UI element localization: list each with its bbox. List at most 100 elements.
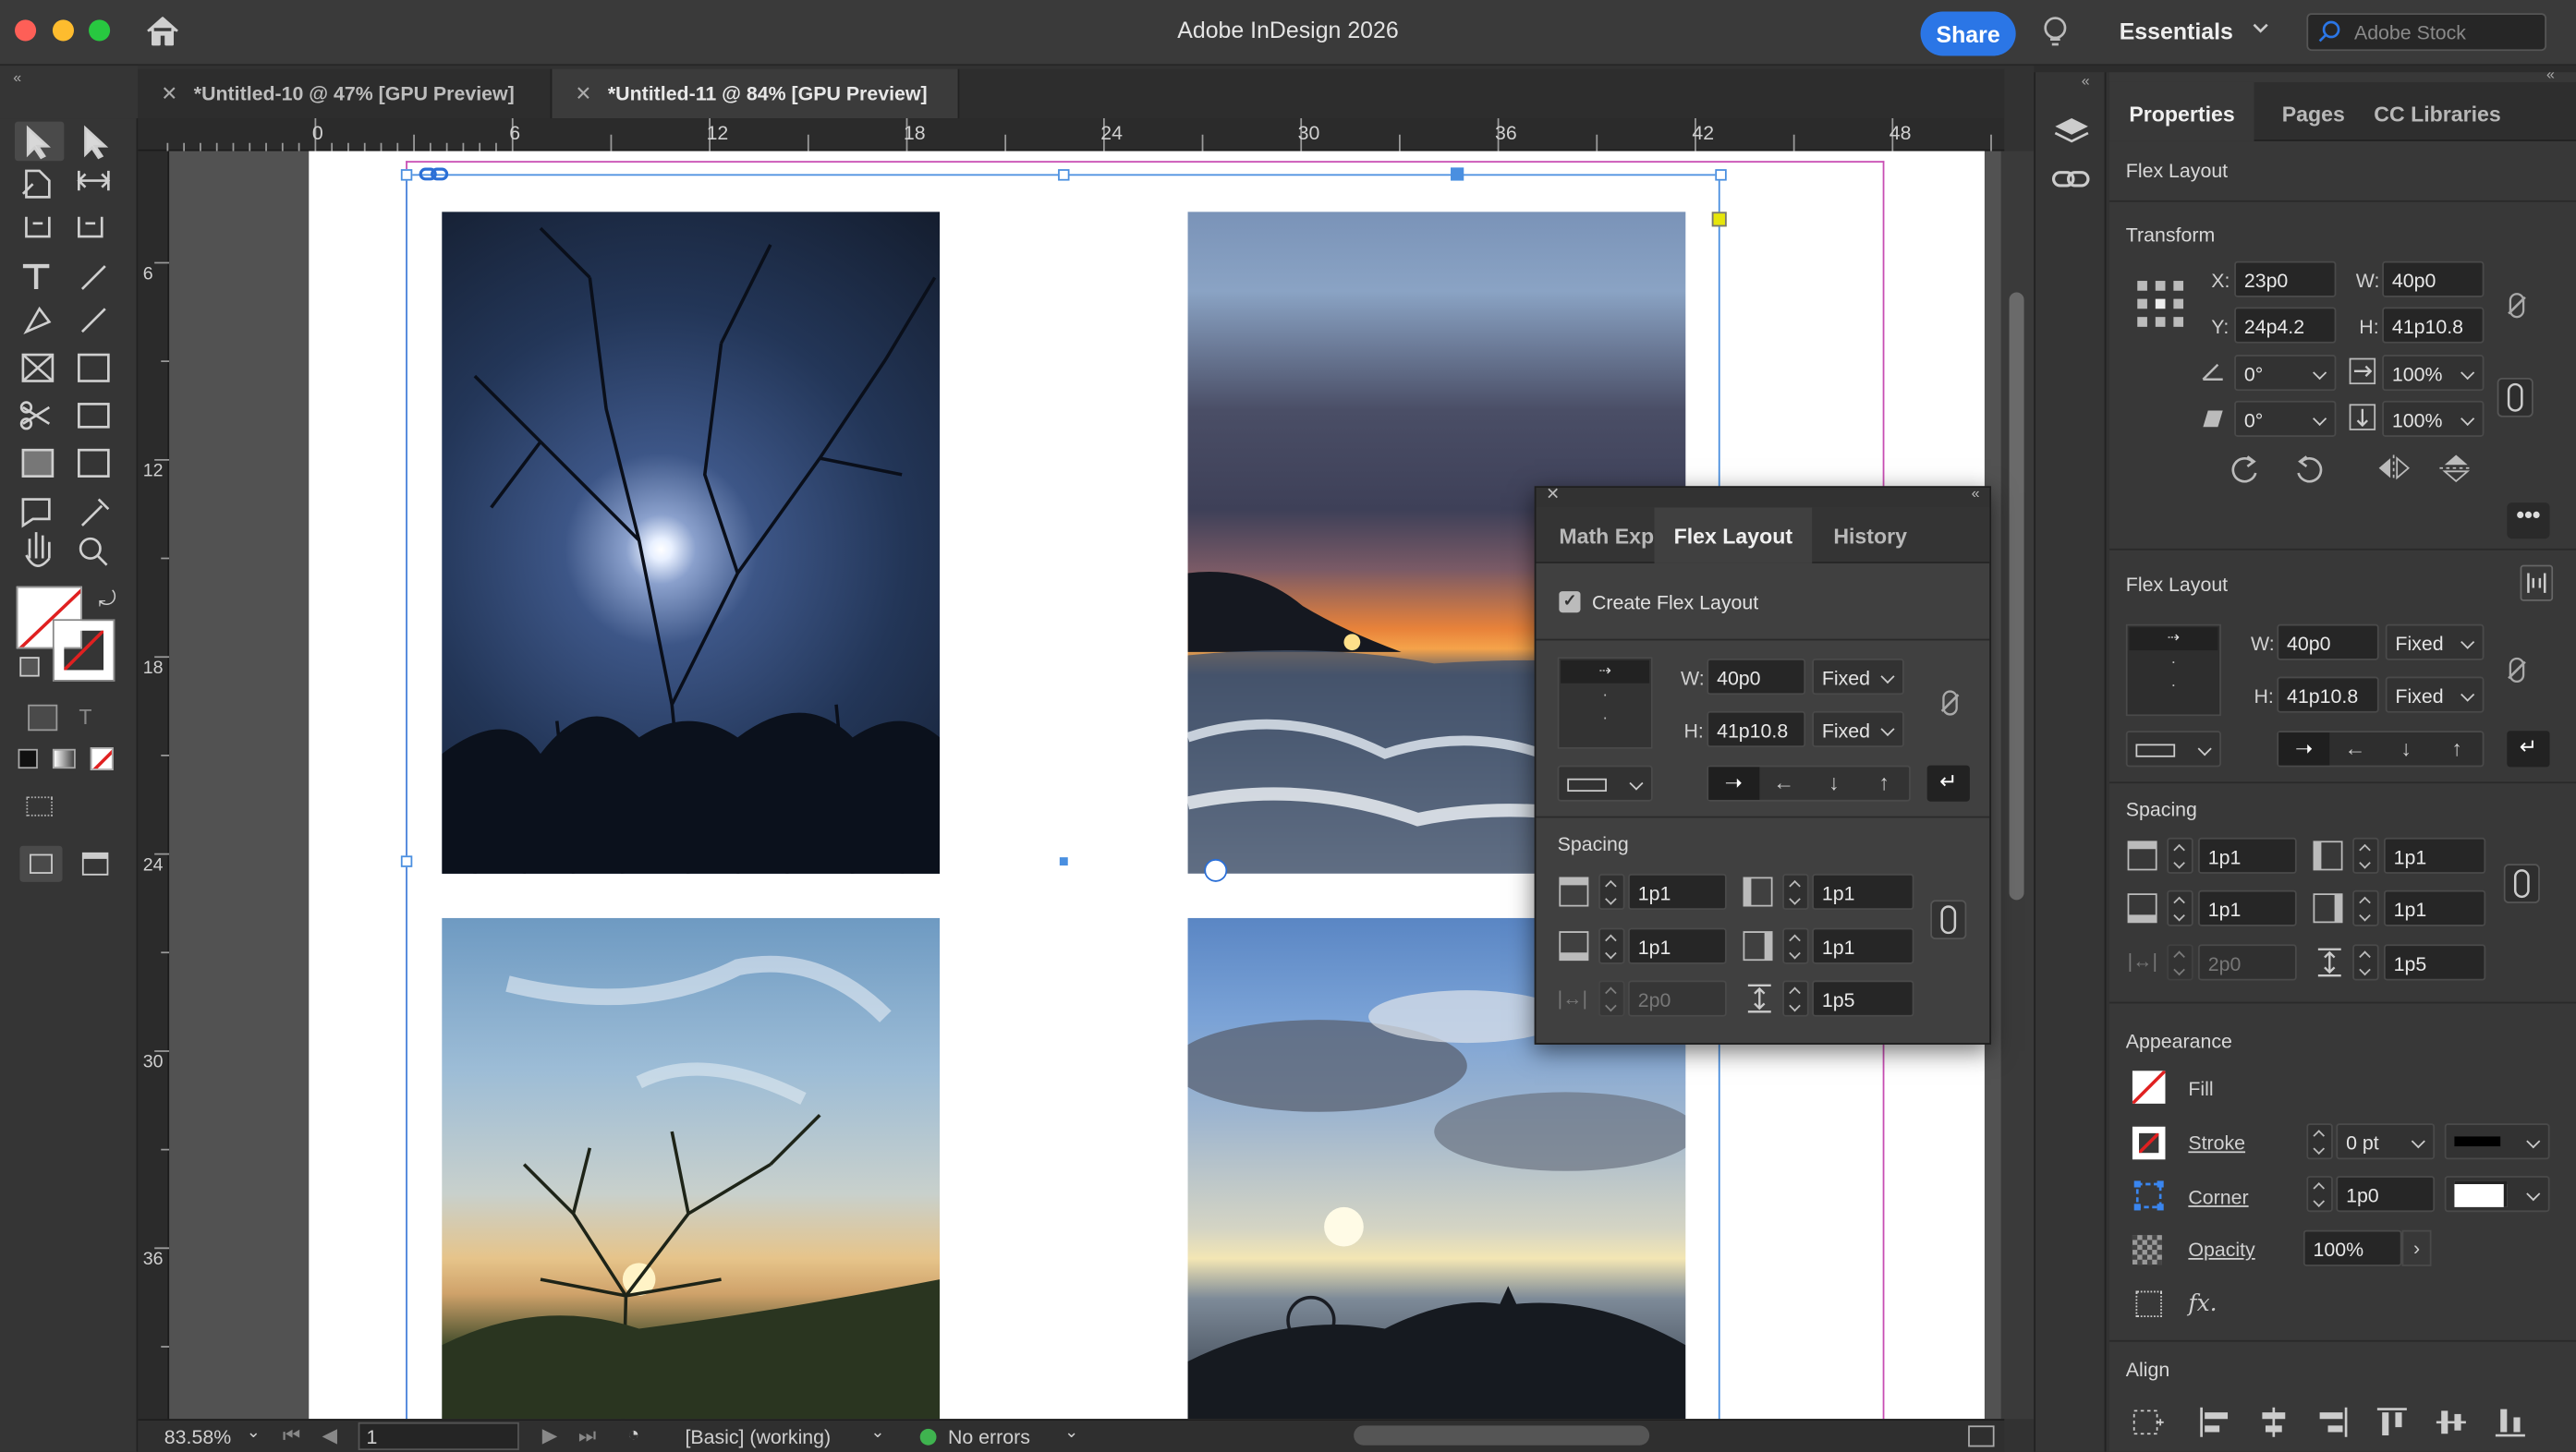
tab-math-expressions[interactable]: Math Exp: [1559, 507, 1654, 563]
wrap-return-icon[interactable]: ↵: [2507, 731, 2550, 768]
padding-bottom-field[interactable]: 1p1: [1628, 927, 1727, 964]
flip-vertical-icon[interactable]: [2438, 454, 2474, 483]
padding-left-field[interactable]: 1p1: [2383, 837, 2486, 874]
padding-top-stepper[interactable]: [1598, 873, 1625, 911]
chevron-down-icon[interactable]: [2253, 21, 2269, 34]
handle-top-left[interactable]: [400, 169, 413, 181]
direction-up-button[interactable]: ↑: [2432, 732, 2483, 766]
lightbulb-icon[interactable]: [2039, 15, 2072, 51]
column-gap-stepper[interactable]: [1598, 980, 1625, 1017]
apply-color-icon[interactable]: [18, 748, 38, 769]
reference-point-icon[interactable]: [2135, 279, 2184, 328]
swap-colors-icon[interactable]: ⤾: [99, 587, 116, 612]
column-gap-field[interactable]: 2p0: [1628, 980, 1727, 1017]
padding-right-field[interactable]: 1p1: [1812, 927, 1914, 964]
align-vertical-center-icon[interactable]: [2435, 1406, 2468, 1439]
collapse-tools-icon[interactable]: «: [13, 69, 21, 86]
stroke-type-dropdown[interactable]: [2444, 1123, 2550, 1160]
workspace-switcher[interactable]: Essentials: [2120, 18, 2233, 44]
align-horizontal-center-icon[interactable]: [2257, 1406, 2290, 1439]
create-flex-layout-checkbox[interactable]: ✓: [1559, 591, 1581, 613]
align-right-icon[interactable]: [2316, 1406, 2350, 1439]
share-button[interactable]: Share: [1920, 11, 2016, 56]
flex-height-mode-dropdown[interactable]: Fixed: [2385, 676, 2485, 713]
row-gap-field[interactable]: 1p5: [1812, 980, 1914, 1017]
direction-left-button[interactable]: ←: [2329, 732, 2380, 766]
rotate-clockwise-icon[interactable]: [2228, 454, 2261, 483]
expand-panels-icon[interactable]: «: [2082, 72, 2090, 89]
formatting-container-icon[interactable]: [28, 704, 58, 732]
link-spacing-icon[interactable]: [1930, 900, 1967, 940]
tab-pages[interactable]: Pages: [2282, 102, 2345, 127]
corner-options-handle[interactable]: [1711, 212, 1727, 227]
tab-flex-layout[interactable]: Flex Layout: [1654, 507, 1813, 563]
corner-options-icon[interactable]: [2132, 1180, 2166, 1213]
flex-height-field[interactable]: 41p10.8: [2277, 676, 2379, 713]
column-gap-field[interactable]: 2p0: [2198, 944, 2297, 981]
collapse-panel-icon[interactable]: «: [2546, 66, 2555, 82]
align-left-icon[interactable]: [2198, 1406, 2231, 1439]
flex-layout-frame[interactable]: [406, 174, 1720, 1443]
handle-middle-left[interactable]: [400, 855, 413, 867]
handle-top-center[interactable]: [1058, 169, 1070, 181]
constrain-scale-icon[interactable]: [2497, 377, 2533, 417]
align-top-icon[interactable]: [2376, 1406, 2409, 1439]
width-field[interactable]: 40p0: [2382, 260, 2485, 297]
apply-none-icon[interactable]: [90, 747, 114, 770]
padding-right-field[interactable]: 1p1: [2383, 889, 2486, 926]
grid-mode-icon[interactable]: [26, 796, 53, 817]
direction-right-button[interactable]: ➝: [2278, 732, 2330, 766]
opacity-link[interactable]: Opacity: [2188, 1239, 2254, 1262]
screen-mode-icon[interactable]: [81, 852, 109, 876]
scale-y-dropdown[interactable]: 100%: [2382, 400, 2485, 437]
content-grabber-icon[interactable]: [1204, 858, 1228, 882]
padding-left-field[interactable]: 1p1: [1812, 873, 1914, 911]
tab-untitled-10[interactable]: ✕ *Untitled-10 @ 47% [GPU Preview]: [138, 68, 553, 119]
first-page-icon[interactable]: ⏮: [283, 1424, 300, 1449]
chevron-right-icon[interactable]: ›: [2401, 1229, 2432, 1266]
flex-wrap-dropdown[interactable]: [2125, 731, 2221, 768]
split-view-icon[interactable]: [1968, 1425, 1995, 1447]
padding-right-stepper[interactable]: [2352, 889, 2379, 926]
padding-top-field[interactable]: 1p1: [1628, 873, 1727, 911]
flex-height-mode-dropdown[interactable]: Fixed: [1812, 710, 1904, 748]
direction-up-button[interactable]: ↑: [1859, 767, 1909, 800]
links-icon[interactable]: [2051, 167, 2092, 190]
shear-angle-dropdown[interactable]: 0°: [2234, 400, 2337, 437]
row-gap-field[interactable]: 1p5: [2383, 944, 2486, 981]
opacity-field[interactable]: 100%: [2303, 1229, 2402, 1266]
panel-title-bar[interactable]: ✕ «: [1536, 485, 1990, 508]
rotate-counterclockwise-icon[interactable]: [2293, 454, 2327, 483]
preflight-status[interactable]: No errors: [948, 1425, 1030, 1448]
stroke-swatch[interactable]: [52, 619, 115, 682]
last-page-icon[interactable]: ⏭: [578, 1424, 596, 1449]
flex-direction-preview[interactable]: ⇢ · ·: [2125, 623, 2221, 717]
stroke-link[interactable]: Stroke: [2188, 1131, 2245, 1155]
direction-down-button[interactable]: ↓: [1809, 767, 1859, 800]
close-panel-icon[interactable]: ✕: [1546, 486, 1560, 504]
chevron-down-icon[interactable]: ⌄: [870, 1424, 884, 1443]
row-gap-stepper[interactable]: [1782, 980, 1809, 1017]
chevron-down-icon[interactable]: ⌄: [247, 1424, 261, 1443]
padding-bottom-stepper[interactable]: [1598, 927, 1625, 964]
apply-gradient-icon[interactable]: [52, 748, 76, 769]
close-tab-icon[interactable]: ✕: [575, 82, 591, 105]
previous-page-icon[interactable]: ◀: [322, 1424, 336, 1447]
column-gap-stepper[interactable]: [2167, 944, 2193, 981]
scale-x-dropdown[interactable]: 100%: [2382, 355, 2485, 392]
tab-cc-libraries[interactable]: CC Libraries: [2374, 102, 2500, 127]
flex-layout-toggle-icon[interactable]: [2520, 564, 2554, 601]
wrap-return-icon[interactable]: ↵: [1926, 765, 1970, 802]
tab-history[interactable]: History: [1833, 507, 1907, 563]
stroke-weight-dropdown[interactable]: 0 pt: [2336, 1123, 2436, 1160]
align-bottom-icon[interactable]: [2494, 1406, 2527, 1439]
zoom-level[interactable]: 83.58%: [164, 1425, 231, 1448]
height-field[interactable]: 41p10.8: [2382, 307, 2485, 344]
collapse-panel-icon[interactable]: «: [1972, 485, 1980, 502]
normal-view-icon[interactable]: [19, 845, 63, 882]
direction-right-button[interactable]: ➝: [1708, 767, 1759, 800]
rotation-angle-dropdown[interactable]: 0°: [2234, 355, 2337, 392]
padding-bottom-stepper[interactable]: [2167, 889, 2193, 926]
fill-none-icon[interactable]: [2132, 1071, 2166, 1104]
broken-link-icon[interactable]: [1937, 690, 1962, 716]
